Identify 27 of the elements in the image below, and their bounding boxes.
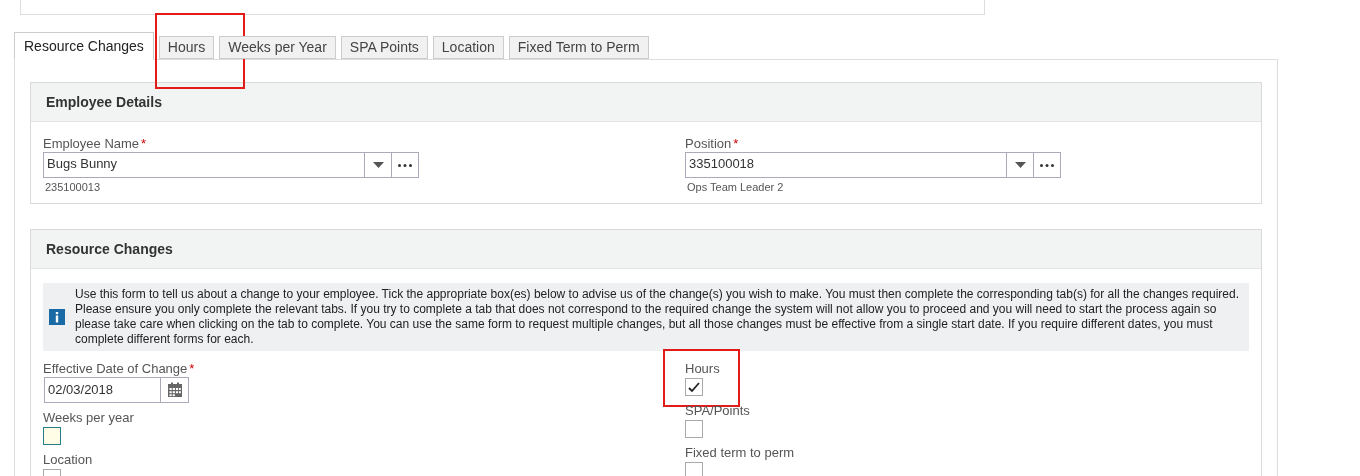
- required-mark: *: [733, 136, 739, 152]
- tab[interactable]: Weeks per Year: [219, 36, 336, 59]
- checkbox[interactable]: [685, 462, 703, 476]
- info-text: Use this form to tell us about a change to your employee. Tick the appropriate box(es) below to advise us of the change(s) you wish to make. You must then complete the corresponding tab(s) for all the changes required. Please ensure you only complete the relevant tabs. If you try to complete a tab that does not correspond to the required change the system will not allow you to proceed and you will need to start the process again so please take care when clicking on the tab to complete. You can use the same form to request multiple changes, but all those changes must be effective from a single start date. If you require different dates, you must complete different forms for each.: [75, 287, 1239, 347]
- tab[interactable]: SPA Points: [340, 36, 428, 59]
- info-icon: [49, 309, 65, 325]
- required-mark: *: [141, 136, 147, 152]
- field-label: Effective Date of Change: [43, 361, 188, 377]
- field-label: Position: [685, 136, 732, 152]
- checkbox-label: Location: [43, 452, 93, 468]
- checkbox-label: Weeks per year: [43, 410, 134, 426]
- checkbox-label: SPA/Points: [685, 403, 750, 419]
- tab[interactable]: Location: [432, 36, 504, 59]
- checkbox[interactable]: [685, 378, 703, 396]
- tab[interactable]: Resource Changes: [14, 32, 154, 60]
- checkbox-label: Hours: [685, 361, 720, 377]
- field-hint: Ops Team Leader 2: [687, 181, 785, 193]
- section-title: Resource Changes: [46, 241, 173, 257]
- section-title: Employee Details: [46, 94, 162, 110]
- required-mark: *: [189, 361, 195, 377]
- checkbox[interactable]: [685, 420, 703, 438]
- field-hint: 235100013: [45, 181, 102, 193]
- checkbox-label: Fixed term to perm: [685, 445, 795, 461]
- field-label: Employee Name: [43, 136, 140, 152]
- tab[interactable]: Hours: [158, 36, 215, 59]
- tab[interactable]: Fixed Term to Perm: [508, 36, 649, 59]
- checkbox[interactable]: [43, 427, 61, 445]
